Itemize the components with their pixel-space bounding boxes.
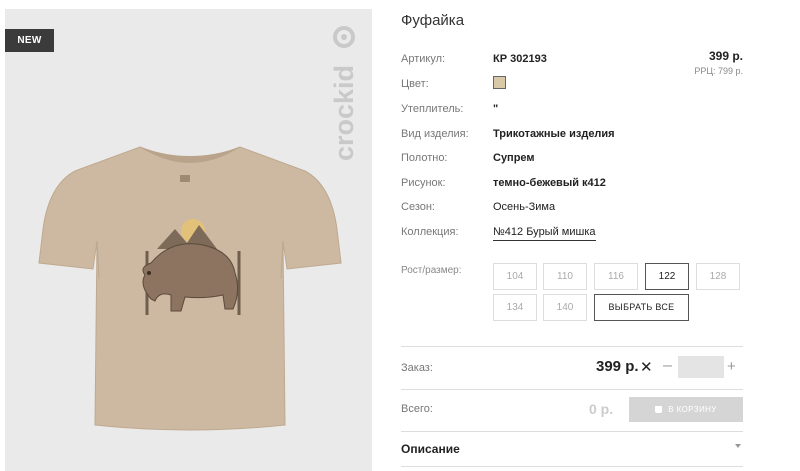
shopping-bag-icon <box>655 406 663 413</box>
spec-value: Трикотажные изделия <box>493 128 615 140</box>
total-value: 0 р. <box>589 401 614 417</box>
divider <box>401 346 743 347</box>
spec-value: темно-бежевый к412 <box>493 177 606 189</box>
description-toggle[interactable]: Описание <box>401 442 460 456</box>
spec-label: Сезон: <box>401 201 435 213</box>
tshirt-image <box>38 146 342 431</box>
size-option-110[interactable]: 110 <box>543 263 587 290</box>
spec-label: Коллекция: <box>401 226 459 238</box>
order-label: Заказ: <box>401 362 433 374</box>
spec-value: Супрем <box>493 152 535 164</box>
spec-value: Осень-Зима <box>493 201 556 213</box>
size-option-104[interactable]: 104 <box>493 263 537 290</box>
add-to-cart-label: В КОРЗИНУ <box>668 405 717 414</box>
spec-label: Цвет: <box>401 78 429 90</box>
add-to-cart-button[interactable]: В КОРЗИНУ <box>629 397 743 422</box>
select-all-sizes-button[interactable]: ВЫБРАТЬ ВСЕ <box>594 294 689 321</box>
divider <box>401 431 743 432</box>
new-badge: NEW <box>5 29 54 52</box>
clear-order-icon[interactable]: ✕ <box>640 358 653 376</box>
quantity-input[interactable] <box>678 356 724 378</box>
divider <box>401 389 743 390</box>
spec-label: Рисунок: <box>401 177 446 189</box>
size-option-140[interactable]: 140 <box>543 294 587 321</box>
spec-label: Полотно: <box>401 152 448 164</box>
product-photo[interactable]: NEW crockid <box>5 9 372 471</box>
size-option-128[interactable]: 128 <box>696 263 740 290</box>
chevron-down-icon[interactable] <box>735 444 741 448</box>
total-label: Всего: <box>401 403 433 415</box>
recommended-price: РРЦ: 799 р. <box>694 66 743 76</box>
size-option-122[interactable]: 122 <box>645 263 689 290</box>
size-option-116[interactable]: 116 <box>594 263 638 290</box>
spec-label: Утеплитель: <box>401 103 464 115</box>
size-label: Рост/размер: <box>401 265 462 276</box>
increase-quantity-button[interactable]: + <box>727 358 736 375</box>
product-title: Фуфайка <box>401 12 465 29</box>
decrease-quantity-button[interactable]: – <box>663 357 672 375</box>
order-price: 399 р. <box>596 358 639 375</box>
product-price: 399 р. <box>708 49 743 63</box>
size-option-134[interactable]: 134 <box>493 294 537 321</box>
collection-link[interactable]: №412 Бурый мишка <box>493 225 596 241</box>
spec-value: КР 302193 <box>493 53 547 65</box>
spec-label: Артикул: <box>401 53 446 65</box>
color-swatch[interactable] <box>493 76 506 89</box>
divider <box>401 466 743 467</box>
spec-label: Вид изделия: <box>401 128 469 140</box>
spec-value: " <box>493 103 499 115</box>
